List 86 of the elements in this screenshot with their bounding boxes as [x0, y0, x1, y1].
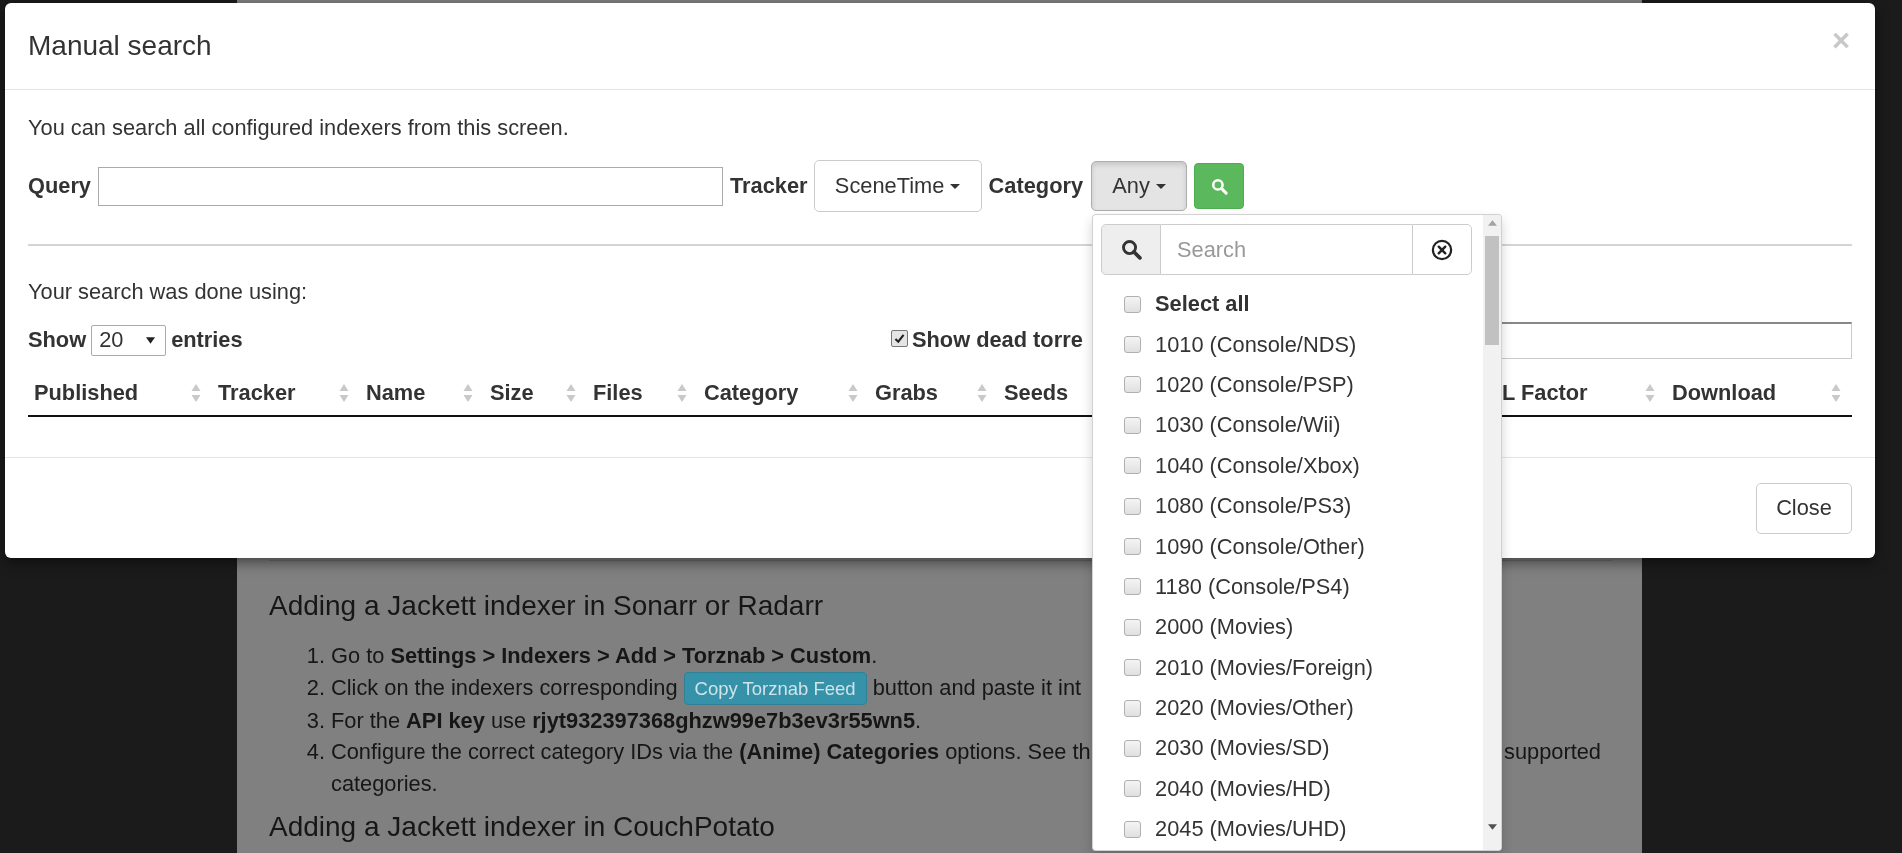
- step-number: 3.: [305, 706, 325, 735]
- column-header[interactable]: Tracker: [212, 371, 360, 415]
- scroll-down-icon[interactable]: [1487, 824, 1497, 830]
- section-heading: Adding a Jackett indexer in Sonarr or Radarr: [269, 589, 824, 623]
- column-header[interactable]: Size: [484, 371, 587, 415]
- caret-icon: [146, 336, 156, 344]
- checkbox[interactable]: [1124, 295, 1142, 313]
- entries-select[interactable]: 20: [91, 324, 167, 356]
- sort-icon: [1645, 383, 1655, 403]
- category-option[interactable]: 2010 (Movies/Foreign): [1101, 647, 1473, 688]
- category-option[interactable]: 1040 (Console/Xbox): [1101, 445, 1473, 486]
- category-option[interactable]: 2030 (Movies/SD): [1101, 728, 1473, 769]
- step-text: For the API key use rjyt932397368ghzw99e7b3ev3r55wn5.: [331, 706, 922, 735]
- checkbox[interactable]: [1124, 416, 1142, 434]
- checkbox[interactable]: [1124, 457, 1142, 475]
- search-icon: [1210, 177, 1228, 195]
- caret-icon: [950, 183, 961, 189]
- step-number: 1.: [305, 642, 325, 670]
- scroll-up-icon[interactable]: [1487, 220, 1497, 226]
- category-option[interactable]: 1090 (Console/Other): [1101, 526, 1473, 567]
- sort-icon: [848, 383, 858, 403]
- category-option[interactable]: 2040 (Movies/HD): [1101, 768, 1473, 810]
- checkbox[interactable]: [1124, 336, 1142, 354]
- checkbox[interactable]: [1124, 780, 1142, 798]
- entries-label: entries: [171, 327, 243, 353]
- checkbox[interactable]: [1124, 376, 1142, 394]
- sort-icon: [339, 383, 349, 403]
- column-header[interactable]: Published: [28, 371, 212, 415]
- column-header[interactable]: Category: [698, 371, 869, 415]
- query-field[interactable]: [98, 166, 723, 206]
- category-option[interactable]: 2045 (Movies/UHD): [1101, 809, 1473, 850]
- column-header[interactable]: Files: [587, 371, 698, 415]
- step-number: 2.: [305, 673, 325, 702]
- checkbox[interactable]: [1124, 497, 1142, 515]
- sort-icon: [1831, 383, 1841, 403]
- step-text: Click on the indexers corresponding: [331, 674, 678, 703]
- dead-torrents-label: Show dead torre: [912, 327, 1083, 353]
- column-header[interactable]: Grabs: [869, 371, 998, 415]
- category-option[interactable]: 1080 (Console/PS3): [1101, 485, 1473, 527]
- category-option[interactable]: 1030 (Console/Wii): [1101, 405, 1473, 446]
- checkbox[interactable]: [1124, 740, 1142, 757]
- results-note: Your search was done using:: [28, 278, 308, 306]
- sort-icon: [677, 383, 687, 403]
- checkbox[interactable]: [891, 329, 908, 347]
- step-text: supported: [1504, 738, 1601, 766]
- dialog-title: Manual search: [28, 30, 212, 62]
- category-option[interactable]: 2020 (Movies/Other): [1101, 687, 1473, 729]
- category-dropdown[interactable]: Any: [1091, 161, 1188, 211]
- search-button[interactable]: [1194, 163, 1245, 209]
- section-heading: Adding a Jackett indexer in CouchPotato: [269, 810, 775, 844]
- sort-icon: [977, 383, 987, 403]
- checkbox[interactable]: [1124, 659, 1142, 677]
- menu-search-field[interactable]: Search: [1161, 224, 1413, 275]
- tracker-label: Tracker: [730, 173, 808, 199]
- checkbox[interactable]: [1124, 820, 1142, 838]
- caret-icon: [1155, 183, 1166, 189]
- clear-search-button[interactable]: [1412, 224, 1473, 275]
- checkbox[interactable]: [1124, 578, 1142, 596]
- column-header[interactable]: Download: [1666, 371, 1852, 415]
- step-text: Configure the correct category IDs via the (Anime) Categories options. See th: [331, 738, 1091, 766]
- query-label: Query: [28, 173, 91, 199]
- category-option[interactable]: 1180 (Console/PS4): [1101, 566, 1473, 608]
- clear-icon: [1431, 238, 1454, 261]
- column-header[interactable]: Name: [360, 371, 484, 415]
- step-text: categories.: [331, 770, 438, 796]
- scrollbar-track[interactable]: [1483, 215, 1502, 850]
- search-icon: [1120, 239, 1142, 260]
- close-button[interactable]: Close: [1756, 482, 1852, 534]
- show-label: Show: [28, 327, 87, 353]
- checkbox[interactable]: [1124, 618, 1142, 636]
- step-number: 4.: [305, 738, 325, 766]
- step-text: button and paste it int: [872, 674, 1082, 703]
- checkbox[interactable]: [1124, 699, 1142, 717]
- sort-icon: [566, 383, 576, 403]
- category-option[interactable]: 2000 (Movies): [1101, 607, 1473, 648]
- sort-icon: [191, 383, 201, 403]
- step-text: Go to Settings > Indexers > Add > Torznab > Custom.: [331, 642, 878, 670]
- category-option[interactable]: 1020 (Console/PSP): [1101, 364, 1473, 406]
- tracker-dropdown[interactable]: SceneTime: [813, 160, 982, 212]
- scrollbar-thumb[interactable]: [1485, 236, 1500, 345]
- sort-icon: [463, 383, 473, 403]
- category-option[interactable]: 1010 (Console/NDS): [1101, 324, 1473, 365]
- checkbox[interactable]: [1124, 538, 1142, 556]
- category-option[interactable]: Select all: [1101, 284, 1473, 325]
- intro-text: You can search all configured indexers from this screen.: [28, 114, 569, 142]
- category-label: Category: [988, 173, 1084, 199]
